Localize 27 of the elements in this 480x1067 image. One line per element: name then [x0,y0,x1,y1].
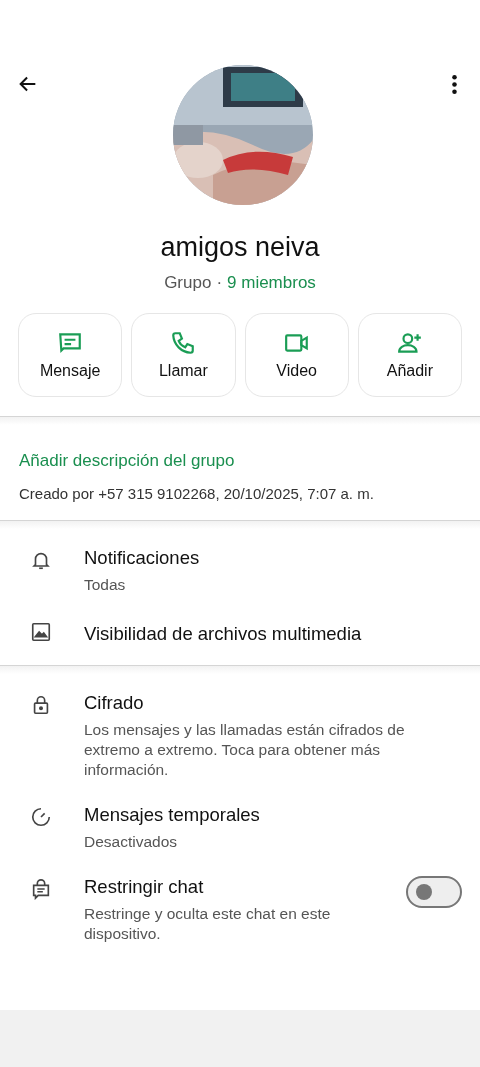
add-description-link[interactable]: Añadir descripción del grupo [19,451,461,471]
setting-description: Restringe y oculta este chat en este dispositivo. [84,904,332,944]
setting-title[interactable]: Cifrado [84,692,462,714]
call-action-button[interactable]: Llamar [131,313,236,397]
video-action-button[interactable]: Video [244,313,349,397]
more-options-icon [452,75,457,94]
message-action-button[interactable]: Mensaje [18,313,123,397]
setting-description: Los mensajes y las llamadas están cifrados de extremo a extremo. Toca para obtener más información. [84,720,406,780]
separator-dot: · [216,273,223,293]
group-name: amigos neiva [159,232,321,263]
message-icon [57,330,84,356]
phone-icon [170,330,197,356]
add-action-button[interactable]: Añadir [357,313,462,397]
group-type: Grupo [164,273,212,293]
chat-lock-icon [30,878,52,900]
members-link[interactable]: 9 miembros [227,273,316,293]
image-icon [30,621,52,643]
setting-title[interactable]: Mensajes temporales [84,804,462,826]
setting-description: Desactivados [84,832,179,852]
timer-icon [30,806,52,828]
setting-description: Todas [84,575,127,595]
add-person-icon [396,330,423,356]
setting-title[interactable]: Visibilidad de archivos multimedia [84,623,462,645]
setting-title[interactable]: Notificaciones [84,547,462,569]
created-info: Creado por +57 315 9102268, 20/10/2025, 7:07 a. m. [19,485,375,502]
restrict-toggle[interactable] [406,876,462,908]
setting-title[interactable]: Restringir chat [84,876,406,898]
